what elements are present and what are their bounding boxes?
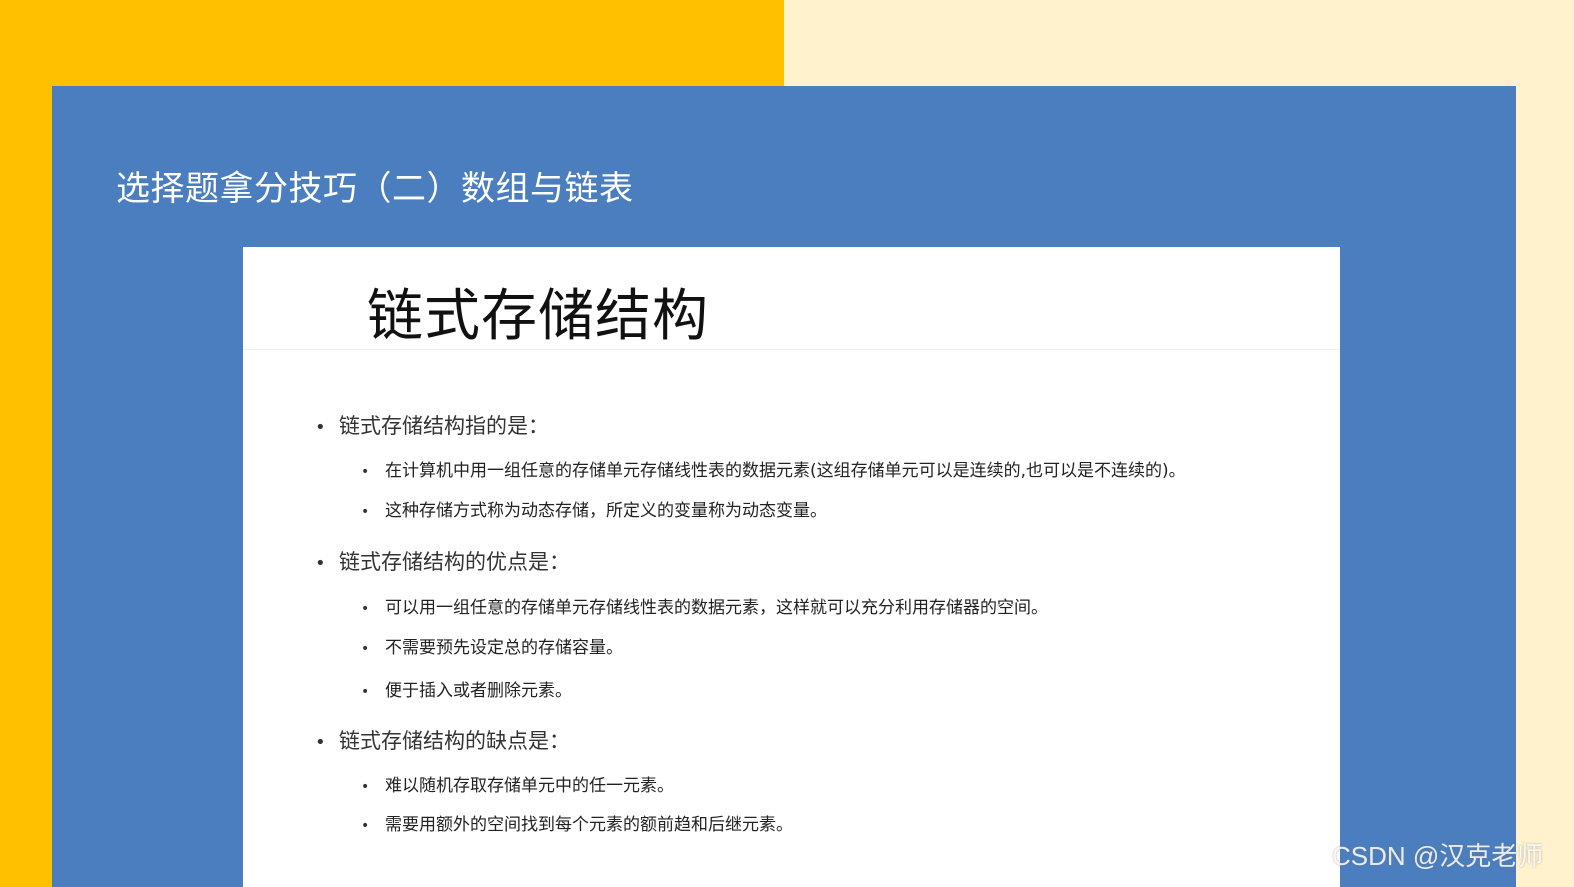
bullet-dot-icon: • (361, 504, 370, 520)
card-heading: 链式存储结构 (367, 284, 709, 349)
watermark: CSDN @汉克老师 (1332, 841, 1544, 871)
list-item: • 便于插入或者删除元素。 (361, 678, 572, 705)
list-item: • 可以用一组任意的存储单元存储线性表的数据元素，这样就可以充分利用存储器的空间。 (361, 595, 1048, 622)
bullet-dot-icon: • (315, 417, 326, 438)
slide-title: 选择题拿分技巧（二）数组与链表 (116, 169, 634, 209)
content-card: 链式存储结构 • 链式存储结构指的是： • 在计算机中用一组任意的存储单元存储线性表… (243, 247, 1340, 887)
heading-divider (243, 349, 1340, 350)
list-item-text: 便于插入或者删除元素。 (385, 681, 572, 701)
list-item: • 需要用额外的空间找到每个元素的额前趋和后继元素。 (361, 812, 793, 839)
section-label-advantages: • 链式存储结构的优点是： (315, 547, 570, 579)
bullet-dot-icon: • (361, 601, 370, 617)
list-item: • 不需要预先设定总的存储容量。 (361, 635, 623, 662)
background-cream-right (1516, 0, 1574, 887)
bullet-dot-icon: • (315, 732, 326, 753)
list-item: • 难以随机存取存储单元中的任一元素。 (361, 773, 674, 800)
background-yellow-top (0, 0, 784, 86)
section-label-text: 链式存储结构的缺点是： (339, 729, 570, 753)
bullet-dot-icon: • (361, 818, 370, 834)
list-item-text: 这种存储方式称为动态存储，所定义的变量称为动态变量。 (385, 501, 827, 521)
section-label-text: 链式存储结构的优点是： (339, 550, 570, 574)
list-item: • 这种存储方式称为动态存储，所定义的变量称为动态变量。 (361, 498, 827, 525)
section-label-disadvantages: • 链式存储结构的缺点是： (315, 726, 570, 758)
list-item-text: 不需要预先设定总的存储容量。 (385, 638, 623, 658)
list-item: • 在计算机中用一组任意的存储单元存储线性表的数据元素(这组存储单元可以是连续的,… (361, 458, 1186, 485)
bullet-dot-icon: • (315, 553, 326, 574)
bullet-dot-icon: • (361, 464, 370, 480)
background-yellow-left (0, 0, 52, 887)
bullet-dot-icon: • (361, 779, 370, 795)
list-item-text: 难以随机存取存储单元中的任一元素。 (385, 776, 674, 796)
list-item-text: 在计算机中用一组任意的存储单元存储线性表的数据元素(这组存储单元可以是连续的,也… (385, 461, 1186, 481)
bullet-dot-icon: • (361, 641, 370, 657)
list-item-text: 需要用额外的空间找到每个元素的额前趋和后继元素。 (385, 815, 793, 835)
bullet-dot-icon: • (361, 684, 370, 700)
list-item-text: 可以用一组任意的存储单元存储线性表的数据元素，这样就可以充分利用存储器的空间。 (385, 598, 1048, 618)
section-label-definition: • 链式存储结构指的是： (315, 411, 549, 443)
section-label-text: 链式存储结构指的是： (339, 414, 549, 438)
